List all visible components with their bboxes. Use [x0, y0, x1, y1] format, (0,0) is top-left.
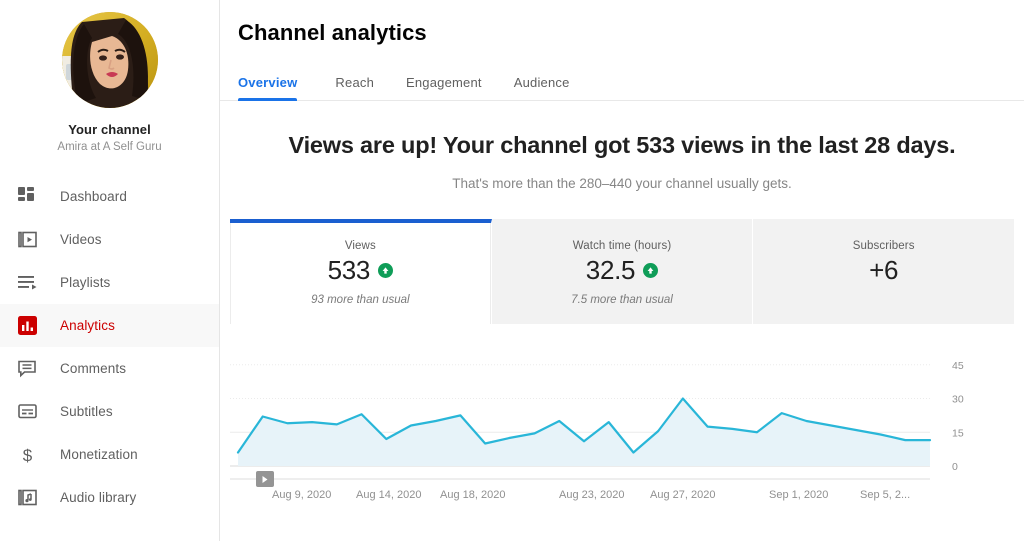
metric-subtext: 93 more than usual: [311, 294, 410, 306]
metric-value-row: 533: [230, 255, 491, 286]
avatar[interactable]: [61, 12, 158, 108]
sidebar-item-analytics[interactable]: Analytics: [0, 304, 219, 347]
main-content: Channel analytics Overview Reach Engagem…: [220, 0, 1024, 541]
sidebar-item-monetization[interactable]: $ Monetization: [0, 433, 219, 476]
audio-library-icon: [18, 486, 44, 510]
sidebar-item-playlists[interactable]: Playlists: [0, 261, 219, 304]
x-axis-tick-label: Aug 23, 2020: [559, 489, 625, 501]
tab-engagement[interactable]: Engagement: [390, 75, 498, 100]
views-chart[interactable]: 0 15 30 45: [230, 352, 1014, 487]
youtube-studio-app: Your channel Amira at A Self Guru Dashbo…: [0, 0, 1024, 541]
metric-value: 32.5: [585, 255, 636, 285]
sidebar-item-label: Dashboard: [60, 189, 127, 204]
page-title: Channel analytics: [238, 20, 427, 45]
video-marker-icon[interactable]: [255, 471, 274, 487]
sidebar-item-dashboard[interactable]: Dashboard: [0, 175, 219, 218]
chart-x-axis: Aug 9, 2020 Aug 14, 2020 Aug 18, 2020 Aug 2…: [230, 487, 1014, 509]
monetization-icon: $: [18, 443, 44, 467]
x-axis-tick-label: Aug 27, 2020: [650, 489, 716, 501]
channel-block: Your channel Amira at A Self Guru: [0, 0, 219, 153]
svg-text:45: 45: [952, 360, 964, 372]
channel-name: Your channel: [68, 122, 151, 137]
sidebar-item-label: Monetization: [60, 447, 138, 462]
summary-headline: Views are up! Your channel got 533 views…: [288, 132, 956, 158]
analytics-icon: [18, 314, 44, 338]
metric-value-row: +6: [753, 255, 1014, 286]
metric-label: Subscribers: [852, 240, 915, 252]
sidebar-item-label: Videos: [60, 232, 102, 247]
metric-value: +6: [869, 255, 899, 285]
x-axis-tick-label: Aug 9, 2020: [272, 489, 332, 501]
subtitles-icon: [18, 400, 44, 424]
tab-label: Reach: [335, 75, 374, 90]
chart-canvas: 0 15 30 45: [230, 360, 964, 480]
x-axis-tick-label: Sep 5, 2...: [860, 489, 911, 501]
tab-reach[interactable]: Reach: [319, 75, 390, 100]
comments-icon: [18, 357, 44, 381]
videos-icon: [18, 228, 44, 252]
sidebar-item-label: Audio library: [60, 490, 137, 505]
sidebar-item-label: Subtitles: [60, 404, 113, 419]
sidebar-item-videos[interactable]: Videos: [0, 218, 219, 261]
sidebar-item-label: Comments: [60, 361, 127, 376]
sidebar-item-comments[interactable]: Comments: [0, 347, 219, 390]
tab-label: Overview: [238, 75, 298, 90]
channel-handle: Amira at A Self Guru: [57, 141, 162, 153]
metric-card-subscribers[interactable]: Subscribers +6: [753, 219, 1015, 324]
metric-subtext: 7.5 more than usual: [571, 294, 673, 306]
svg-text:$: $: [23, 446, 33, 465]
sidebar-item-subtitles[interactable]: Subtitles: [0, 390, 219, 433]
sidebar-nav: Dashboard Videos Playlists Analytics Com…: [0, 175, 219, 519]
tab-overview[interactable]: Overview: [238, 75, 319, 101]
tab-label: Audience: [513, 75, 570, 90]
tab-label: Engagement: [406, 75, 482, 90]
metric-cards: Views 533 93 more than usual Watch time …: [230, 219, 1015, 324]
analytics-tabs: Overview Reach Engagement Audience: [220, 66, 1024, 101]
x-axis-tick-label: Aug 14, 2020: [356, 489, 422, 501]
dashboard-icon: [18, 185, 44, 209]
playlists-icon: [18, 271, 44, 295]
tab-audience[interactable]: Audience: [498, 75, 586, 100]
x-axis-tick-label: Sep 1, 2020: [769, 489, 829, 501]
sidebar-item-label: Playlists: [60, 275, 111, 290]
metric-card-views[interactable]: Views 533 93 more than usual: [230, 219, 492, 324]
arrow-up-icon: [378, 263, 394, 278]
summary-subheadline: That's more than the 280–440 your channe…: [452, 176, 792, 191]
svg-text:15: 15: [952, 427, 964, 439]
arrow-up-icon: [643, 263, 659, 278]
x-axis-tick-label: Aug 18, 2020: [440, 489, 506, 501]
metric-label: Watch time (hours): [572, 240, 672, 252]
metric-value-row: 32.5: [492, 255, 753, 286]
sidebar-item-audio-library[interactable]: Audio library: [0, 476, 219, 519]
sidebar-item-label: Analytics: [60, 318, 115, 333]
metric-value: 533: [327, 255, 371, 285]
user-avatar-photo-icon: [61, 12, 158, 108]
sidebar: Your channel Amira at A Self Guru Dashbo…: [0, 0, 220, 541]
metric-card-watch-time[interactable]: Watch time (hours) 32.5 7.5 more than us…: [491, 219, 754, 324]
svg-text:0: 0: [952, 461, 958, 473]
svg-text:30: 30: [952, 394, 964, 406]
metric-label: Views: [344, 240, 376, 252]
